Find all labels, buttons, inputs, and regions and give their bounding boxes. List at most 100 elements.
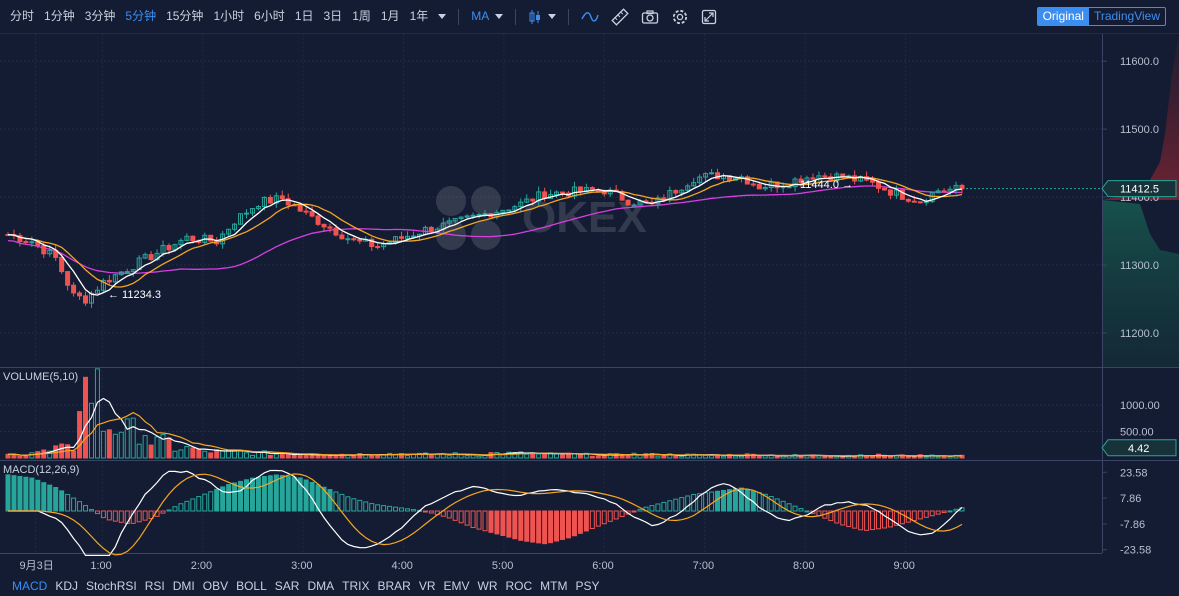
indicator-tab-kdj[interactable]: KDJ (51, 577, 82, 596)
timeframe-9[interactable]: 1周 (347, 0, 376, 33)
drawing-tool-button[interactable] (605, 0, 635, 33)
timeframe-2[interactable]: 3分钟 (80, 0, 121, 33)
indicator-tab-macd[interactable]: MACD (8, 577, 51, 596)
macd-bar (506, 510, 512, 538)
indicator-tab-roc[interactable]: ROC (502, 577, 537, 596)
timeframe-10[interactable]: 1月 (376, 0, 405, 33)
volume-bar (321, 454, 327, 459)
volume-bar (595, 455, 601, 459)
timeframe-4[interactable]: 15分钟 (161, 0, 208, 33)
timeframe-more-chevron-down-icon[interactable] (438, 14, 447, 19)
indicator-tab-brar[interactable]: BRAR (373, 577, 414, 596)
candle-body (881, 187, 887, 191)
candle-body (750, 183, 756, 186)
timeframe-7[interactable]: 1日 (290, 0, 319, 33)
macd-bar (279, 475, 285, 512)
macd-bar (715, 490, 721, 512)
macd-bar (11, 475, 17, 512)
macd-bar (488, 510, 494, 533)
volume-current-label: 4.42 (1128, 443, 1149, 455)
volume-bar (577, 453, 583, 459)
macd-bar (53, 487, 59, 512)
current-price-label: 11412.5 (1120, 184, 1159, 196)
macd-bar (47, 484, 53, 512)
price-axis-label: 11500.0 (1120, 124, 1159, 136)
macd-bar (524, 510, 530, 542)
macd-bar (59, 490, 65, 512)
line-style-button[interactable] (575, 0, 605, 33)
expand-icon (702, 9, 717, 24)
candle-body (941, 190, 947, 193)
macd-bar (583, 510, 589, 532)
fullscreen-button[interactable] (695, 0, 723, 33)
candle-body (124, 271, 130, 274)
volume-bar (560, 454, 566, 459)
volume-bar (285, 453, 291, 459)
indicator-tab-emv[interactable]: EMV (439, 577, 473, 596)
indicator-tab-obv[interactable]: OBV (199, 577, 232, 596)
candle-body (208, 234, 214, 242)
candle-body (333, 227, 339, 236)
indicator-tab-sar[interactable]: SAR (271, 577, 304, 596)
time-axis-label: 5:00 (492, 560, 513, 572)
timeframe-6[interactable]: 6小时 (249, 0, 290, 33)
screenshot-button[interactable] (635, 0, 665, 33)
volume-bar (279, 453, 285, 459)
candle-body (166, 245, 172, 251)
chart-toolbar: 分时 1分钟 3分钟 5分钟 15分钟 1小时 6小时 1日 3日 1周 1月 1年 MA Origi… (0, 0, 1179, 34)
volume-bar (864, 456, 870, 459)
macd-bar (494, 510, 500, 535)
volume-bar (303, 454, 309, 459)
mode-original-button[interactable]: Original (1037, 8, 1089, 25)
mode-tradingview-button[interactable]: TradingView (1089, 8, 1165, 25)
candle-body (297, 204, 303, 212)
timeframe-1[interactable]: 1分钟 (39, 0, 80, 33)
timeframe-0[interactable]: 分时 (5, 0, 39, 33)
macd-bar (565, 510, 571, 539)
candle-body (506, 209, 512, 212)
indicator-tab-dmi[interactable]: DMI (169, 577, 199, 596)
candle-body (625, 199, 631, 206)
macd-bar (285, 475, 291, 512)
chevron-down-icon (548, 14, 557, 19)
candle-body (410, 235, 416, 238)
time-axis-label: 9月3日 (19, 560, 53, 572)
macd-bar (721, 489, 726, 512)
macd-bar (29, 477, 35, 512)
indicator-tab-stochrsi[interactable]: StochRSI (82, 577, 141, 596)
macd-bar (560, 510, 566, 540)
macd-bar (542, 510, 548, 545)
timeframe-8[interactable]: 3日 (319, 0, 348, 33)
volume-bar (83, 376, 89, 459)
indicator-tab-vr[interactable]: VR (415, 577, 440, 596)
timeframe-11[interactable]: 1年 (405, 0, 434, 33)
indicator-tab-boll[interactable]: BOLL (232, 577, 271, 596)
macd-bar (17, 475, 23, 512)
indicator-tab-dma[interactable]: DMA (303, 577, 338, 596)
macd-bar (554, 510, 560, 542)
candle-body (905, 198, 911, 202)
settings-button[interactable] (665, 0, 695, 33)
indicator-select[interactable]: MA (465, 0, 509, 33)
volume-bar (756, 455, 762, 459)
volume-bar (208, 452, 214, 459)
timeframe-list: 分时 1分钟 3分钟 5分钟 15分钟 1小时 6小时 1日 3日 1周 1月 1年 (0, 0, 433, 33)
volume-bar (905, 455, 911, 459)
timeframe-3[interactable]: 5分钟 (120, 0, 161, 33)
price-axis-label: 11600.0 (1120, 56, 1159, 68)
candle-body (77, 292, 83, 297)
candle-body (357, 239, 363, 242)
macd-axis-label: 23.58 (1120, 467, 1148, 479)
indicator-tab-psy[interactable]: PSY (572, 577, 604, 596)
indicator-tab-rsi[interactable]: RSI (141, 577, 169, 596)
indicator-tab-wr[interactable]: WR (474, 577, 502, 596)
timeframe-5[interactable]: 1小时 (208, 0, 249, 33)
chart-type-button[interactable] (522, 0, 562, 33)
candle-body (244, 212, 249, 215)
macd-bar (530, 510, 536, 543)
indicator-tab-trix[interactable]: TRIX (338, 577, 373, 596)
volume-bar (351, 455, 357, 459)
chart-canvas[interactable]: OKEX 11600.011500.011400.011300.011200.0… (0, 34, 1179, 577)
indicator-tab-mtm[interactable]: MTM (536, 577, 571, 596)
candle-body (71, 284, 77, 294)
